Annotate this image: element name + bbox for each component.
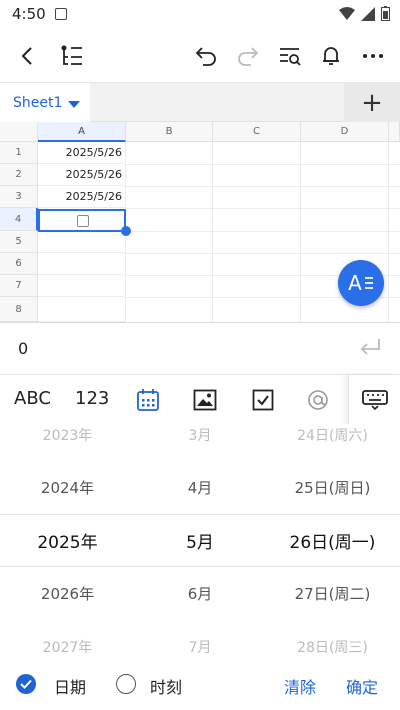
cell-input-value[interactable]: 0 — [18, 339, 28, 358]
time-mode-label[interactable]: 时刻 — [150, 674, 182, 698]
sheet-tab-label: Sheet1 — [13, 95, 63, 111]
row-header-5[interactable]: 5 — [0, 231, 38, 253]
picker-bottom-bar: 日期 时刻 清除 确定 — [0, 658, 400, 710]
picker-item-selected[interactable]: 5月 — [135, 514, 265, 567]
date-radio-checked-icon[interactable] — [16, 674, 36, 694]
picker-item[interactable]: 25日(周日) — [265, 461, 400, 514]
signal-icon — [361, 6, 375, 21]
day-column[interactable]: 24日(周六) 25日(周日) 26日(周一) 27日(周二) 28日(周三) — [265, 424, 400, 658]
mention-icon[interactable] — [305, 387, 331, 413]
row-line-5 — [126, 231, 400, 232]
picker-item[interactable]: 2024年 — [0, 461, 135, 514]
fill-handle[interactable] — [121, 226, 131, 236]
cell-a3[interactable]: 2025/5/26 — [38, 186, 126, 208]
cell-a5[interactable] — [38, 231, 126, 253]
format-fab-button[interactable]: A — [338, 260, 384, 306]
cell-a2[interactable]: 2025/5/26 — [38, 164, 126, 186]
find-icon[interactable] — [274, 40, 306, 72]
row-line-4 — [126, 208, 400, 209]
sheet-tab-active[interactable]: Sheet1 — [0, 83, 90, 123]
wifi-icon — [339, 6, 355, 20]
picker-item[interactable]: 2026年 — [0, 567, 135, 620]
confirm-button[interactable]: 确定 — [346, 674, 378, 698]
top-toolbar — [0, 30, 400, 82]
month-column[interactable]: 3月 4月 5月 6月 7月 — [135, 424, 265, 658]
picker-item[interactable]: 28日(周三) — [265, 620, 400, 658]
cell-a7[interactable] — [38, 275, 126, 297]
picker-item[interactable]: 4月 — [135, 461, 265, 514]
number-input-type[interactable]: 123 — [75, 388, 109, 409]
keyboard-icon — [361, 390, 388, 410]
year-column[interactable]: 2023年 2024年 2025年 2026年 2027年 — [0, 424, 135, 658]
time-radio-icon[interactable] — [116, 674, 136, 694]
row-header-6[interactable]: 6 — [0, 253, 38, 275]
row-line-2 — [126, 164, 400, 165]
enter-icon[interactable] — [358, 337, 382, 359]
picker-item[interactable]: 27日(周二) — [265, 567, 400, 620]
back-icon[interactable] — [12, 40, 44, 72]
redo-icon[interactable] — [232, 40, 264, 72]
row-header-1[interactable]: 1 — [0, 142, 38, 164]
bell-icon[interactable] — [315, 40, 347, 72]
add-sheet-button[interactable]: + — [344, 83, 400, 123]
notification-icon — [55, 8, 67, 20]
keyboard-toggle-button[interactable] — [348, 375, 400, 425]
row-header-4[interactable]: 4 — [0, 208, 38, 231]
picker-item[interactable]: 7月 — [135, 620, 265, 658]
caret-down-icon — [68, 100, 81, 108]
column-c-cells[interactable] — [213, 142, 301, 322]
checkbox-type-icon[interactable] — [250, 387, 276, 413]
input-type-bar: ABC 123 — [0, 374, 400, 425]
more-icon[interactable] — [357, 40, 389, 72]
picker-item-selected[interactable]: 26日(周一) — [265, 514, 400, 567]
battery-icon — [381, 6, 390, 21]
picker-item[interactable]: 3月 — [135, 424, 265, 461]
undo-icon[interactable] — [190, 40, 222, 72]
picker-item[interactable]: 2023年 — [0, 424, 135, 461]
outline-icon[interactable] — [55, 40, 87, 72]
spreadsheet-grid[interactable]: A B C D 1 2 3 4 5 6 7 8 2025/5/26 2025/5… — [0, 122, 400, 322]
column-header-e[interactable] — [389, 122, 400, 142]
fab-label: A — [348, 271, 362, 295]
column-header-a[interactable]: A — [38, 122, 126, 142]
text-input-type[interactable]: ABC — [14, 388, 51, 409]
clear-button[interactable]: 清除 — [284, 674, 316, 698]
format-lines-icon — [364, 277, 373, 289]
status-icons — [339, 6, 390, 21]
calendar-icon[interactable] — [135, 387, 161, 413]
date-mode-label[interactable]: 日期 — [54, 674, 86, 698]
date-picker[interactable]: 2023年 2024年 2025年 2026年 2027年 3月 4月 5月 6… — [0, 424, 400, 658]
active-cell-a4[interactable] — [38, 209, 126, 232]
sheet-tab-bar: Sheet1 + — [0, 82, 400, 123]
picker-item-selected[interactable]: 2025年 — [0, 514, 135, 567]
row-header-3[interactable]: 3 — [0, 186, 38, 208]
cell-a6[interactable] — [38, 253, 126, 275]
column-header-d[interactable]: D — [301, 122, 389, 142]
column-header-c[interactable]: C — [213, 122, 301, 142]
checkbox-icon[interactable] — [77, 215, 89, 227]
row-header-7[interactable]: 7 — [0, 275, 38, 297]
status-time: 4:50 — [12, 5, 46, 23]
corner-cell[interactable] — [0, 122, 38, 142]
status-bar: 4:50 — [0, 0, 400, 30]
cell-a8[interactable] — [38, 297, 126, 322]
picker-item[interactable]: 6月 — [135, 567, 265, 620]
row-line-3 — [126, 186, 400, 187]
picker-item[interactable]: 2027年 — [0, 620, 135, 658]
picker-item[interactable]: 24日(周六) — [265, 424, 400, 461]
row-header-8[interactable]: 8 — [0, 297, 38, 322]
cell-a1[interactable]: 2025/5/26 — [38, 142, 126, 164]
cell-input-bar[interactable]: 0 — [0, 322, 400, 374]
row-header-2[interactable]: 2 — [0, 164, 38, 186]
row-line-6 — [126, 253, 400, 254]
column-header-b[interactable]: B — [126, 122, 213, 142]
image-icon[interactable] — [192, 387, 218, 413]
column-b-cells[interactable] — [126, 142, 213, 322]
